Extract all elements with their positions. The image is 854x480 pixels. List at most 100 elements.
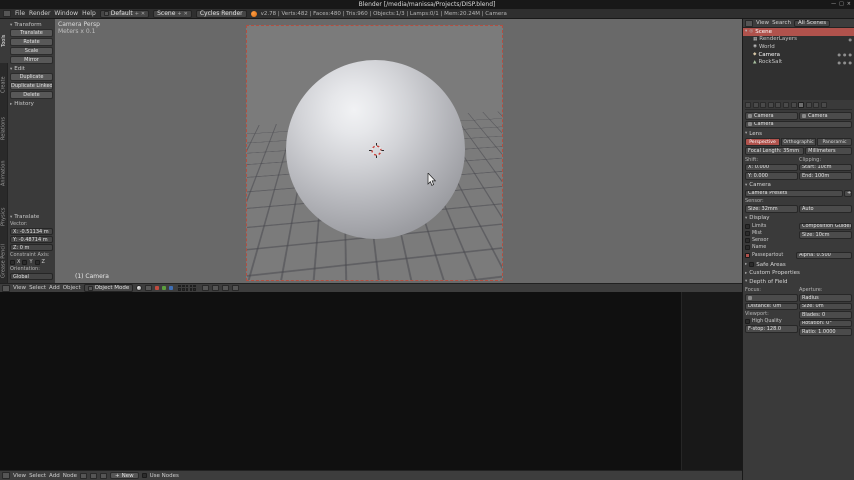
constraint-x-checkbox[interactable] <box>10 259 15 265</box>
lens-type-panoramic[interactable]: Panoramic <box>817 138 852 146</box>
maximize-button[interactable]: □ <box>839 1 844 7</box>
close-icon[interactable]: ✕ <box>141 11 145 17</box>
duplicate-linked-button[interactable]: Duplicate Linked <box>10 82 53 90</box>
layer-dot[interactable] <box>189 284 193 288</box>
lens-unit-dropdown[interactable]: Millimeters <box>805 147 852 155</box>
layer-dot[interactable] <box>178 284 181 288</box>
plus-icon[interactable]: + <box>177 11 181 17</box>
object-menu[interactable]: Object <box>63 285 81 291</box>
outliner-row-camera[interactable]: ◆ Camera ● ● ● <box>743 51 854 59</box>
manipulator-rotate-icon[interactable] <box>162 286 167 290</box>
node-select-menu[interactable]: Select <box>29 473 46 479</box>
render-toggle-icon[interactable]: ● <box>849 37 853 42</box>
mist-checkbox[interactable] <box>745 230 750 236</box>
layer-dot[interactable] <box>193 284 196 288</box>
snap-element-dropdown[interactable] <box>211 285 219 291</box>
high-quality-checkbox[interactable] <box>745 319 750 324</box>
screen-layout-dropdown[interactable]: Default + ✕ <box>99 9 150 18</box>
viewport-shading-dropdown[interactable] <box>136 285 143 291</box>
shelf-tab-grease-pencil[interactable]: Grease Pencil <box>0 239 8 283</box>
outliner-view-menu[interactable]: View <box>756 20 769 26</box>
close-icon[interactable]: ✕ <box>184 11 188 17</box>
shelf-tab-relations[interactable]: Relations <box>0 107 8 151</box>
scene-dropdown[interactable]: Scene + ✕ <box>153 9 192 18</box>
delete-button[interactable]: Delete <box>10 91 53 99</box>
shift-x-field[interactable]: X: 0.000 <box>745 163 798 171</box>
rotate-button[interactable]: Rotate <box>10 38 53 46</box>
camera-name-field[interactable]: Camera <box>745 120 852 128</box>
aperture-ratio-field[interactable]: Ratio: 1.0000 <box>799 328 852 336</box>
outliner-editor-type-icon[interactable] <box>745 19 753 27</box>
add-menu[interactable]: Add <box>49 285 60 291</box>
tab-world-icon[interactable] <box>767 102 774 108</box>
breadcrumb-object[interactable]: Camera <box>745 112 798 120</box>
sensor-size-field[interactable]: Size: 32mm <box>745 205 798 213</box>
edit-panel-header[interactable]: ▾ Edit <box>10 66 53 72</box>
shelf-tab-animation[interactable]: Animation <box>0 151 8 195</box>
name-checkbox[interactable] <box>745 244 750 250</box>
manipulator-scale-icon[interactable] <box>169 286 174 290</box>
history-panel-header[interactable]: ▸ History <box>10 101 53 107</box>
vector-x-field[interactable]: X: -0.51134 m <box>10 228 53 235</box>
scale-button[interactable]: Scale <box>10 47 53 55</box>
outliner-search-menu[interactable]: Search <box>772 20 791 26</box>
node-editor-canvas[interactable] <box>0 292 742 470</box>
render-engine-dropdown[interactable]: Cycles Render <box>195 9 247 18</box>
visibility-eye-icon[interactable]: ● <box>838 52 842 57</box>
node-editor-type-icon[interactable] <box>2 472 10 479</box>
shader-type-material-icon[interactable] <box>80 472 88 479</box>
dof-focus-object-field[interactable] <box>745 294 798 302</box>
menu-file[interactable]: File <box>15 10 25 17</box>
mirror-button[interactable]: Mirror <box>10 56 53 64</box>
node-add-menu[interactable]: Add <box>49 473 60 479</box>
outliner-row-scene[interactable]: ▾ ◎ Scene <box>743 28 854 36</box>
clip-end-field[interactable]: End: 100m <box>799 172 852 180</box>
clip-start-field[interactable]: Start: 10cm <box>799 163 852 171</box>
dof-distance-field[interactable]: Distance: 0m <box>745 302 798 310</box>
layer-selector[interactable] <box>178 284 196 292</box>
menu-window[interactable]: Window <box>54 10 78 17</box>
shift-y-field[interactable]: Y: 0.000 <box>745 172 798 180</box>
use-nodes-checkbox[interactable] <box>141 473 147 478</box>
node-view-menu[interactable]: View <box>13 473 26 479</box>
lens-panel-header[interactable]: ▾ Lens <box>745 131 852 137</box>
mode-dropdown[interactable]: Object Mode <box>83 284 134 292</box>
aperture-size-field[interactable]: Size: 0m <box>799 302 852 310</box>
close-button[interactable]: × <box>847 1 851 7</box>
pivot-point-dropdown[interactable] <box>145 285 153 291</box>
info-editor-type-icon[interactable] <box>3 10 11 17</box>
menu-help[interactable]: Help <box>82 10 96 17</box>
outliner-row-world[interactable]: ◉ World <box>743 43 854 51</box>
layer-dot[interactable] <box>178 288 181 291</box>
manipulator-translate-icon[interactable] <box>155 286 160 290</box>
tab-texture-icon[interactable] <box>813 102 820 108</box>
transform-panel-header[interactable]: ▾ Transform <box>10 22 53 28</box>
view-menu[interactable]: View <box>13 285 26 291</box>
new-node-tree-button[interactable]: + New <box>110 472 139 479</box>
tab-render-icon[interactable] <box>745 102 751 108</box>
minimize-button[interactable]: — <box>831 1 836 7</box>
tab-modifiers-icon[interactable] <box>790 102 797 108</box>
outliner-row-rocksalt[interactable]: ▲ RockSalt ● ● ● <box>743 58 854 66</box>
translate-button[interactable]: Translate <box>10 29 53 37</box>
plus-icon[interactable]: + <box>135 11 139 17</box>
selectability-icon[interactable]: ● <box>843 52 847 57</box>
display-panel-header[interactable]: ▾ Display <box>745 215 852 221</box>
redo-panel-header[interactable]: ▾ Translate <box>10 214 53 220</box>
shelf-tab-physics[interactable]: Physics <box>0 195 8 239</box>
tab-material-icon[interactable] <box>805 102 812 108</box>
orientation-dropdown[interactable]: Global <box>10 273 53 280</box>
constraint-y-checkbox[interactable] <box>22 259 28 265</box>
vector-y-field[interactable]: Y: -0.48714 m <box>10 236 53 243</box>
tab-scene-icon[interactable] <box>760 102 767 108</box>
aperture-blades-field[interactable]: Blades: 0 <box>799 311 852 319</box>
passepartout-alpha-slider[interactable]: Alpha: 0.500 <box>796 251 852 259</box>
breadcrumb-data[interactable]: Camera <box>799 112 852 120</box>
aperture-type-dropdown[interactable]: Radius <box>799 294 852 302</box>
preset-add-button[interactable]: + <box>844 189 852 197</box>
layer-dot[interactable] <box>189 288 193 291</box>
limits-checkbox[interactable] <box>745 223 750 229</box>
passepartout-checkbox[interactable] <box>745 252 750 258</box>
display-size-field[interactable]: Size: 10cm <box>799 231 852 239</box>
outliner-row-renderlayers[interactable]: ▦ RenderLayers ● <box>743 36 854 44</box>
